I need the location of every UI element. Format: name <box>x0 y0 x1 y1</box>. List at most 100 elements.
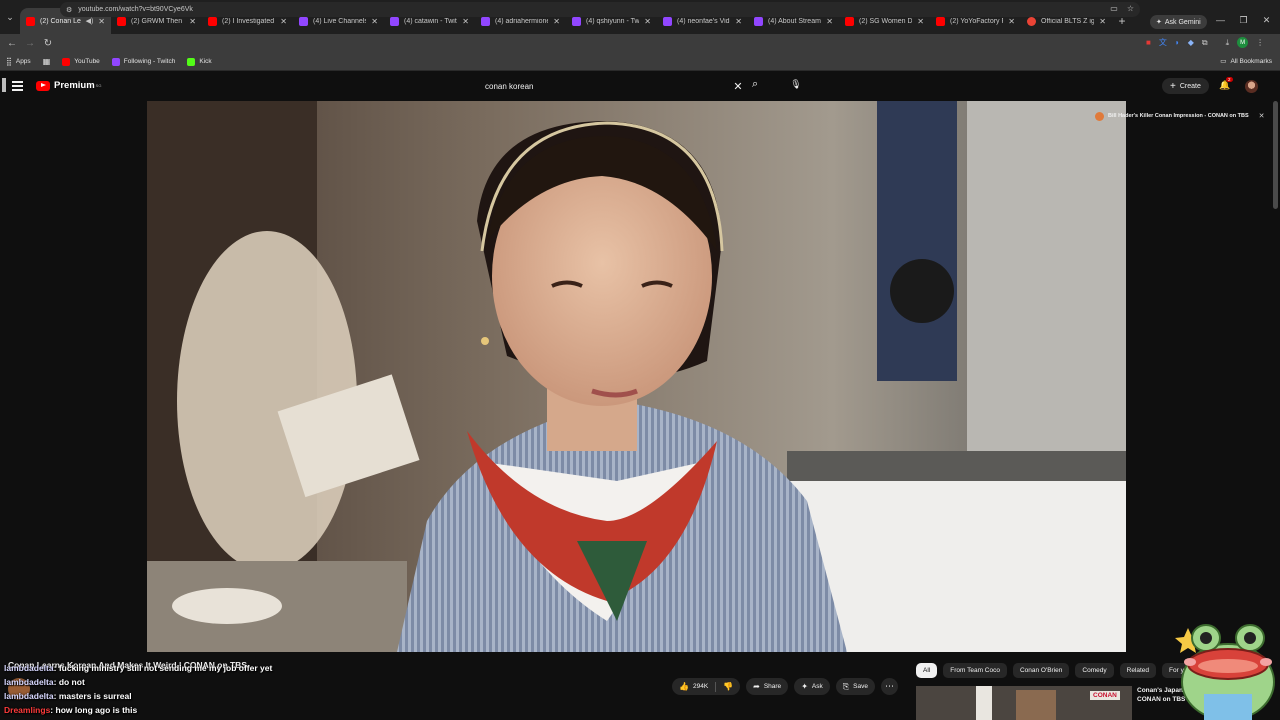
tab-title: (4) neonfae's Videos <box>677 17 730 25</box>
twitch-icon <box>111 57 120 66</box>
downloads-icon[interactable]: ⤓ <box>1226 38 1230 48</box>
chat-username: lambdadelta <box>4 677 54 687</box>
tab-title: (2) YoYoFactory Fast <box>950 17 1003 25</box>
close-tab-icon[interactable]: ✕ <box>189 17 196 26</box>
youtube-favicon-icon <box>936 16 945 26</box>
search-query[interactable]: conan korean <box>478 82 730 91</box>
tab-groups-icon[interactable]: ▦ <box>43 57 51 66</box>
tab-search-chevron-icon[interactable]: ⌄ <box>0 0 20 34</box>
dislike-button[interactable]: 👎 <box>716 678 740 695</box>
bookmark-label: Apps <box>15 58 31 65</box>
close-tab-icon[interactable]: ✕ <box>917 17 924 26</box>
chip-conan-obrien[interactable]: Conan O'Brien <box>1012 663 1070 678</box>
restore-icon[interactable]: ❐ <box>1232 15 1255 26</box>
gmail-favicon-icon <box>1027 16 1036 26</box>
bookmark-apps[interactable]: ⣿ Apps <box>6 57 31 66</box>
bookmark-twitch[interactable]: Following - Twitch <box>111 57 176 66</box>
chat-message: Dreamlings: how long ago is this <box>4 705 138 715</box>
minimize-icon[interactable]: — <box>1209 15 1232 26</box>
share-label: Share <box>763 683 782 690</box>
chip-comedy[interactable]: Comedy <box>1075 663 1114 678</box>
bookmarks-bar: ⣿ Apps ▦ YouTube Following - Twitch Kick … <box>0 53 1280 71</box>
close-tab-icon[interactable]: ✕ <box>1099 17 1106 26</box>
logo-country: SG <box>95 83 102 88</box>
ask-button[interactable]: ✦ Ask <box>794 678 830 695</box>
page-scrollbar[interactable] <box>1273 101 1278 209</box>
chip-related[interactable]: Related <box>1119 663 1157 678</box>
like-dislike-group: 👍 294K 👎 <box>672 678 741 695</box>
browser-menu-icon[interactable]: ⋮ <box>1256 38 1264 47</box>
notification-count-badge: 2 <box>1226 77 1233 82</box>
tab-title: (4) About StreamLab <box>768 17 821 25</box>
site-info-icon[interactable]: ⚙ <box>66 6 72 14</box>
save-button[interactable]: ⎘ Save <box>835 678 875 695</box>
chat-username: lambdadelta <box>4 691 54 701</box>
forward-icon[interactable]: → <box>21 38 39 49</box>
hamburger-menu-icon[interactable] <box>12 81 23 93</box>
youtube-favicon-icon <box>845 16 854 26</box>
ask-gemini-button[interactable]: ✦ Ask Gemini <box>1150 15 1207 29</box>
bookmark-kick[interactable]: Kick <box>187 57 212 66</box>
end-screen-card[interactable]: Bill Hader's Killer Conan Impression - C… <box>1095 110 1265 122</box>
account-avatar[interactable] <box>1245 80 1258 93</box>
cast-icon[interactable]: ▭ <box>1110 4 1118 13</box>
video-player[interactable] <box>147 101 1126 652</box>
close-tab-icon[interactable]: ✕ <box>98 17 105 26</box>
bookmark-label: Following - Twitch <box>123 58 176 65</box>
window-controls: — ❐ ✕ <box>1209 15 1278 26</box>
twitch-favicon-icon <box>481 16 490 26</box>
close-card-icon[interactable]: ✕ <box>1259 112 1265 120</box>
microphone-icon[interactable]: 🎙 <box>789 77 803 91</box>
end-card-title: Bill Hader's Killer Conan Impression - C… <box>1108 113 1249 119</box>
search-input[interactable]: conan korean ✕ <box>478 77 746 95</box>
close-tab-icon[interactable]: ✕ <box>553 17 560 26</box>
extensions-puzzle-icon[interactable]: ⧉ <box>1202 38 1208 48</box>
close-tab-icon[interactable]: ✕ <box>735 17 742 26</box>
chat-text: do not <box>58 677 85 687</box>
close-tab-icon[interactable]: ✕ <box>280 17 287 26</box>
chip-all[interactable]: All <box>916 663 938 678</box>
bookmark-youtube[interactable]: YouTube <box>62 57 100 66</box>
thumbs-up-icon: 👍 <box>679 682 689 691</box>
profile-avatar[interactable]: M <box>1237 37 1249 48</box>
search-icon[interactable]: ⌕ <box>752 78 758 91</box>
close-tab-icon[interactable]: ✕ <box>826 17 833 26</box>
extension-icon[interactable]: ◆ <box>1188 38 1194 47</box>
share-button[interactable]: ➦ Share <box>746 678 789 695</box>
chat-text: how long ago is this <box>55 705 138 715</box>
ask-label: Ask <box>811 683 823 690</box>
like-button[interactable]: 👍 294K <box>672 678 715 695</box>
twitch-favicon-icon <box>299 16 308 26</box>
youtube-favicon-icon <box>117 16 126 26</box>
tab-title: (4) qshiyunn - Twitch <box>586 17 640 25</box>
more-options-icon[interactable]: ⋯ <box>880 678 898 695</box>
create-button[interactable]: + Create <box>1162 78 1209 94</box>
close-tab-icon[interactable]: ✕ <box>1008 17 1015 26</box>
tab-title: (4) Live Channels Yo <box>313 17 367 25</box>
twitch-favicon-icon <box>390 16 399 26</box>
create-label: Create <box>1179 82 1201 90</box>
youtube-premium-logo[interactable]: Premium SG <box>36 80 101 91</box>
back-icon[interactable]: ← <box>3 38 21 49</box>
translate-icon[interactable]: 文 <box>1159 37 1167 48</box>
close-tab-icon[interactable]: ✕ <box>462 17 469 26</box>
bookmark-label: YouTube <box>74 58 100 65</box>
close-tab-icon[interactable]: ✕ <box>644 17 651 26</box>
reload-icon[interactable]: ↻ <box>39 38 57 49</box>
bookmark-star-icon[interactable]: ☆ <box>1127 4 1134 13</box>
close-window-icon[interactable]: ✕ <box>1255 15 1278 26</box>
extension-icon[interactable]: ◗ <box>1175 38 1180 47</box>
tab-title: (2) SG Women Drivi <box>859 17 913 25</box>
chat-message: lambdadelta: fucking ministry still not … <box>4 663 273 673</box>
all-bookmarks-button[interactable]: ▭ All Bookmarks <box>1220 57 1272 66</box>
close-tab-icon[interactable]: ✕ <box>371 17 378 26</box>
address-bar[interactable]: ⚙ youtube.com/watch?v=bt90VCye6Vk ▭ ☆ <box>60 2 1140 17</box>
speaker-icon[interactable]: ◀) <box>86 17 94 25</box>
extension-icon[interactable]: ■ <box>1146 38 1151 47</box>
clear-search-icon[interactable]: ✕ <box>730 80 746 93</box>
chat-text: masters is surreal <box>58 691 132 701</box>
url-text[interactable]: youtube.com/watch?v=bt90VCye6Vk <box>78 6 193 13</box>
extension-icons: ■ 文 ◗ ◆ ⧉ ⤓ M ⋮ <box>1146 37 1264 48</box>
chip-from-team-coco[interactable]: From Team Coco <box>943 663 1007 678</box>
like-count: 294K <box>692 683 709 690</box>
